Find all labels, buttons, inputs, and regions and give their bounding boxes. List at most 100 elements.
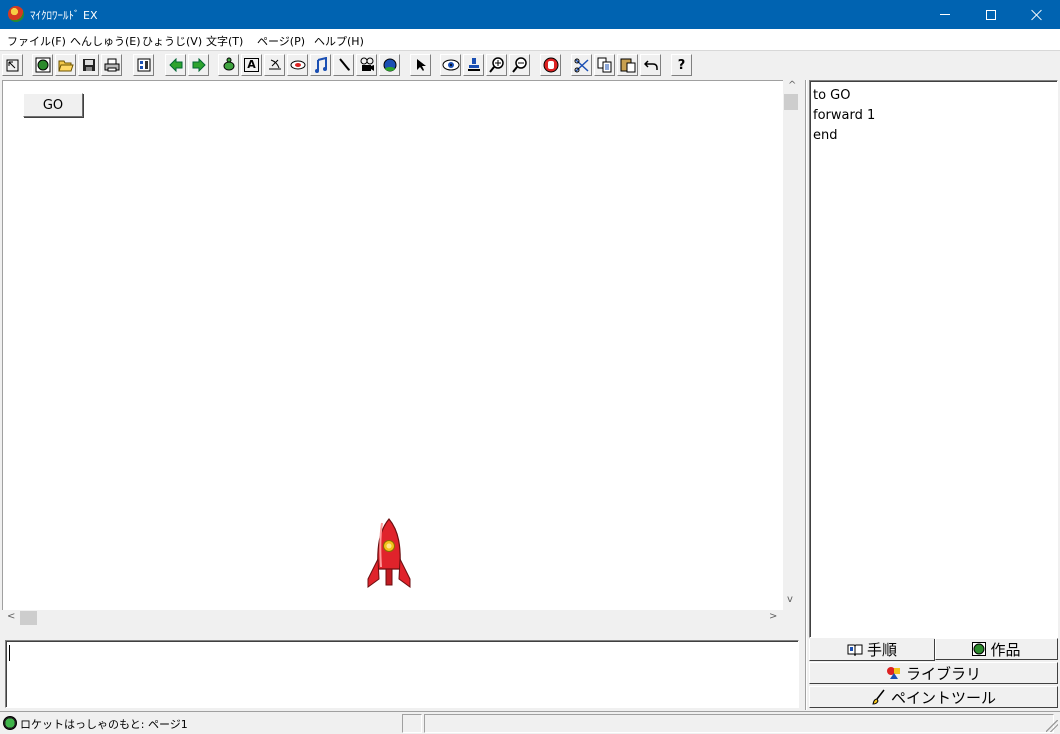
- right-arrow-icon: [192, 58, 206, 72]
- project-canvas[interactable]: GO: [2, 80, 783, 610]
- go-button[interactable]: GO: [23, 93, 83, 117]
- close-button[interactable]: [1014, 0, 1060, 29]
- undo-icon: [643, 60, 658, 70]
- scroll-down-arrow-icon[interactable]: v: [787, 594, 793, 605]
- window-title: ﾏｲｸﾛﾜｰﾙﾄﾞ EX: [30, 9, 98, 22]
- tab-procedures-label: 手順: [866, 641, 897, 659]
- new-project-button[interactable]: [32, 54, 53, 76]
- status-text: ロケットはっしゃのもと: ページ1: [20, 718, 188, 731]
- procedure-line: end: [813, 128, 838, 143]
- left-arrow-icon: [168, 58, 182, 72]
- next-page-button[interactable]: [188, 54, 209, 76]
- open-button[interactable]: [55, 54, 76, 76]
- floppy-icon: [82, 59, 95, 71]
- minimize-icon: [940, 14, 950, 15]
- pen-icon: [338, 58, 350, 71]
- tab-library-label: ライブラリ: [905, 664, 981, 683]
- pane-divider[interactable]: [805, 80, 807, 710]
- scroll-up-arrow-icon[interactable]: ^: [788, 80, 796, 91]
- zoom-in-icon: [488, 57, 504, 73]
- command-center-input[interactable]: [5, 640, 799, 708]
- copy-icon: [597, 57, 611, 73]
- menu-page[interactable]: ページ(P): [257, 33, 305, 49]
- status-pane-wide: [424, 714, 1054, 733]
- copy-button[interactable]: [594, 54, 615, 76]
- paste-button[interactable]: [617, 54, 638, 76]
- tab-works-label: 作品: [990, 640, 1021, 659]
- undo-button[interactable]: [640, 54, 661, 76]
- help-button[interactable]: ?: [671, 54, 692, 76]
- pointer-icon: [416, 59, 426, 71]
- video-button[interactable]: [356, 54, 377, 76]
- print-button[interactable]: [101, 54, 122, 76]
- tab-library[interactable]: ライブラリ: [809, 662, 1058, 684]
- canvas-vertical-scrollbar[interactable]: ^ v: [783, 80, 800, 610]
- music-button[interactable]: [310, 54, 331, 76]
- open-folder-icon: [57, 60, 74, 72]
- new-turtle-button[interactable]: [218, 54, 239, 76]
- minimize-button[interactable]: [922, 0, 968, 29]
- app-logo-icon: [8, 6, 24, 22]
- tab-paint-label: ペイントツール: [890, 688, 996, 707]
- text-caret: [9, 645, 10, 661]
- printer-icon: [104, 58, 119, 72]
- zoom-out-icon: [511, 57, 527, 73]
- text-box-icon: A: [244, 58, 259, 72]
- eye-icon: [442, 59, 459, 71]
- cursor-arrow-icon: [6, 59, 19, 71]
- stamp-icon: [467, 58, 480, 71]
- shapes-library-icon: [886, 667, 900, 679]
- scroll-left-arrow-icon[interactable]: <: [7, 611, 15, 622]
- save-button[interactable]: [78, 54, 99, 76]
- toolbar: A ?: [0, 52, 1060, 79]
- maximize-icon: [986, 9, 996, 20]
- menu-file[interactable]: ファイル(F): [7, 33, 66, 49]
- canvas-horizontal-scrollbar[interactable]: < >: [2, 610, 783, 627]
- new-text-box-button[interactable]: A: [241, 54, 262, 76]
- pages-button[interactable]: [133, 54, 154, 76]
- title-bar[interactable]: ﾏｲｸﾛﾜｰﾙﾄﾞ EX: [0, 0, 1060, 29]
- menu-help[interactable]: ヘルプ(H): [314, 33, 364, 49]
- satellite-dish-icon: [268, 59, 281, 70]
- menu-edit[interactable]: へんしゅう(E): [70, 33, 141, 49]
- video-camera-icon: [360, 57, 374, 71]
- web-button[interactable]: [379, 54, 400, 76]
- tool-arrow-button[interactable]: [2, 54, 23, 76]
- music-note-icon: [314, 57, 327, 73]
- cut-button[interactable]: [571, 54, 592, 76]
- status-bar: ロケットはっしゃのもと: ページ1: [0, 711, 1060, 734]
- status-globe-icon: [3, 716, 17, 730]
- menu-view[interactable]: ひょうじ(V): [142, 33, 202, 49]
- new-button-button[interactable]: [287, 54, 308, 76]
- procedures-editor[interactable]: to GO forward 1 end: [809, 80, 1058, 638]
- stop-button[interactable]: [540, 54, 561, 76]
- pen-button[interactable]: [333, 54, 354, 76]
- zoom-in-button[interactable]: [486, 54, 507, 76]
- menu-text[interactable]: 文字(T): [206, 33, 243, 49]
- turtle-icon: [223, 57, 234, 71]
- tab-works[interactable]: 作品: [935, 638, 1058, 660]
- vertical-scroll-thumb[interactable]: [784, 94, 798, 110]
- scroll-right-arrow-icon[interactable]: >: [769, 611, 777, 622]
- tab-paint-tools[interactable]: ペイントツール: [809, 686, 1058, 708]
- close-icon: [1031, 9, 1043, 21]
- procedure-line: forward 1: [813, 108, 876, 123]
- eye-button[interactable]: [440, 54, 461, 76]
- zoom-out-button[interactable]: [509, 54, 530, 76]
- stamp-tool-button[interactable]: [463, 54, 484, 76]
- menu-bar: ファイル(F) へんしゅう(E) ひょうじ(V) 文字(T) ページ(P) ヘル…: [0, 29, 1060, 51]
- resize-grip-icon[interactable]: [1046, 720, 1058, 732]
- horizontal-scroll-thumb[interactable]: [20, 611, 37, 625]
- paintbrush-icon: [872, 689, 885, 705]
- pointer-button[interactable]: [410, 54, 431, 76]
- scissors-icon: [574, 58, 589, 73]
- stamp-button[interactable]: [264, 54, 285, 76]
- tab-procedures[interactable]: 手順: [809, 639, 935, 661]
- book-icon: [847, 644, 863, 656]
- procedure-line: to GO: [813, 88, 851, 103]
- rocket-turtle[interactable]: [366, 517, 412, 593]
- pages-icon: [137, 58, 150, 72]
- prev-page-button[interactable]: [165, 54, 186, 76]
- button-icon: [290, 60, 305, 70]
- maximize-button[interactable]: [968, 0, 1014, 29]
